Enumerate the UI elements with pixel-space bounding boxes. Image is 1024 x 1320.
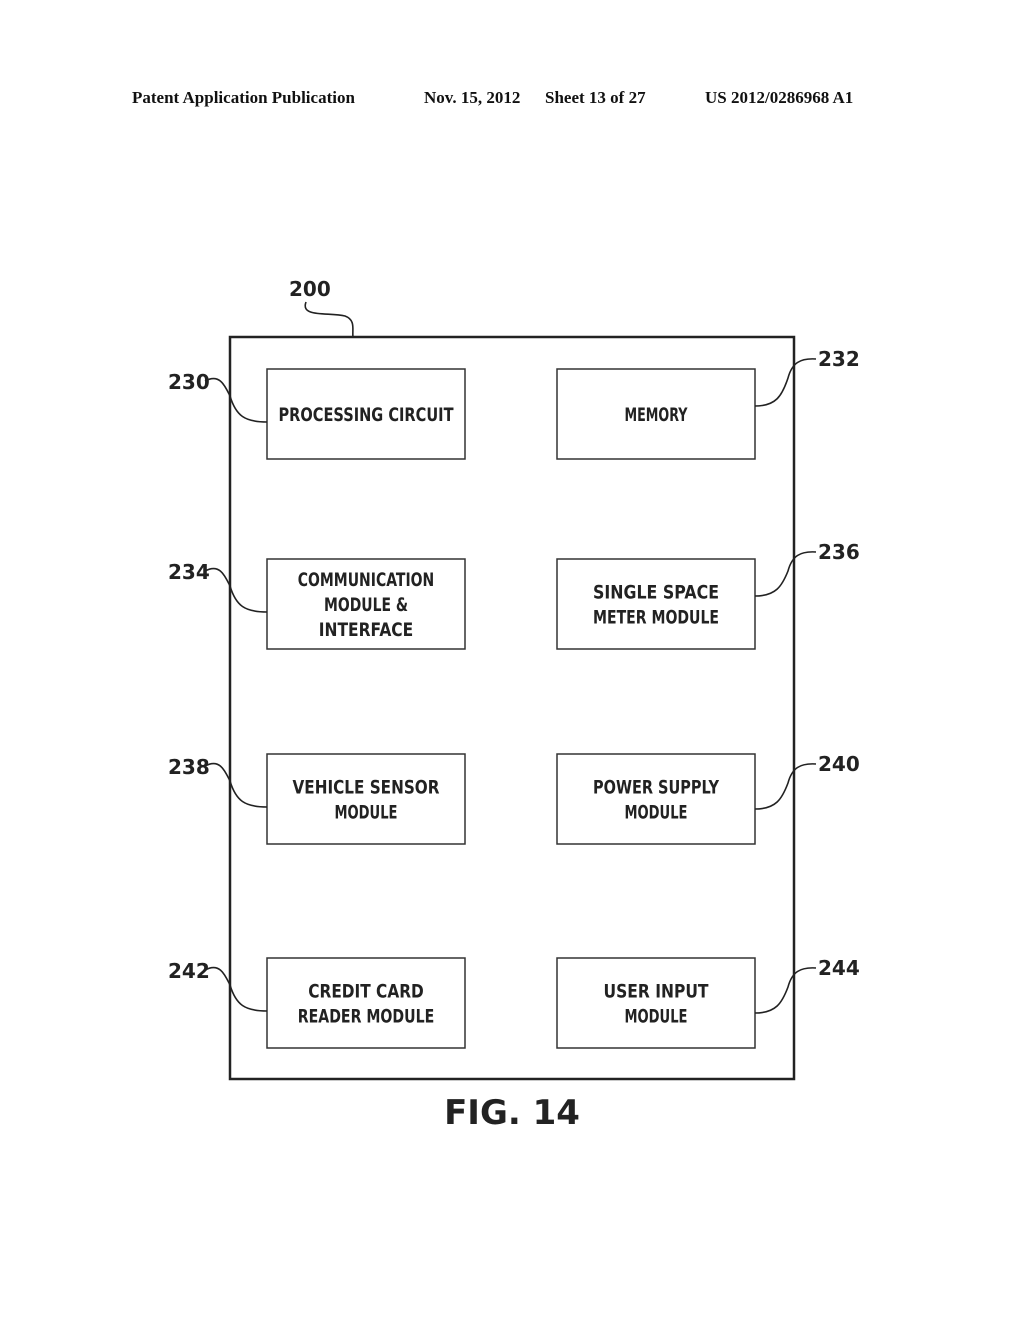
module-box-label: METER MODULE [593,607,719,629]
reference-number: 240 [818,752,860,776]
leader-line [204,762,268,808]
reference-number: 236 [818,540,860,564]
module-box-232: MEMORY 232 [556,347,860,460]
module-box-label: PROCESSING CIRCUIT [279,404,454,426]
outer-leader-line [304,301,354,338]
module-box-label: MEMORY [625,404,688,426]
module-box-236: SINGLE SPACE METER MODULE 236 [556,540,860,650]
module-box-label: INTERFACE [319,619,414,641]
module-box-label: READER MODULE [298,1006,435,1028]
leader-line [204,966,268,1012]
module-box-label: MODULE [625,802,688,824]
module-box-230: PROCESSING CIRCUIT 230 [168,368,466,460]
module-box-label: MODULE [335,802,398,824]
module-box-border [556,753,756,845]
reference-number: 230 [168,370,210,394]
module-box-label: CREDIT CARD [308,981,424,1003]
module-box-label: COMMUNICATION [298,569,435,591]
reference-number: 238 [168,755,210,779]
leader-line [754,763,817,810]
module-box-border [556,558,756,650]
reference-number: 242 [168,959,210,983]
reference-number: 234 [168,560,210,584]
module-box-240: POWER SUPPLY MODULE 240 [556,752,860,845]
leader-line [204,377,268,423]
reference-number: 232 [818,347,860,371]
module-box-238: VEHICLE SENSOR MODULE 238 [168,753,466,845]
module-box-label: MODULE & [324,594,408,616]
reference-number: 244 [818,956,860,980]
module-box-242: CREDIT CARD READER MODULE 242 [168,957,466,1049]
module-box-border [266,753,466,845]
module-box-label: USER INPUT [604,981,709,1003]
module-box-label: POWER SUPPLY [593,777,719,799]
leader-line [754,551,817,597]
module-box-234: COMMUNICATION MODULE & INTERFACE 234 [168,558,466,650]
leader-line [754,967,817,1014]
module-box-label: MODULE [625,1006,688,1028]
module-box-label: VEHICLE SENSOR [293,777,440,799]
module-box-244: USER INPUT MODULE 244 [556,956,860,1049]
leader-line [754,358,817,407]
figure-label: FIG. 14 [444,1093,580,1133]
module-boxes: PROCESSING CIRCUIT 230 MEMORY 232 COMMUNICAT… [168,347,860,1049]
module-box-border [266,957,466,1049]
module-box-label: SINGLE SPACE [593,582,719,604]
module-box-border [556,957,756,1049]
leader-line [204,567,268,613]
outer-ref-label: 200 [289,277,331,301]
block-diagram: 200 PROCESSING CIRCUIT 230 MEMORY 232 COMMUN… [168,277,860,1133]
